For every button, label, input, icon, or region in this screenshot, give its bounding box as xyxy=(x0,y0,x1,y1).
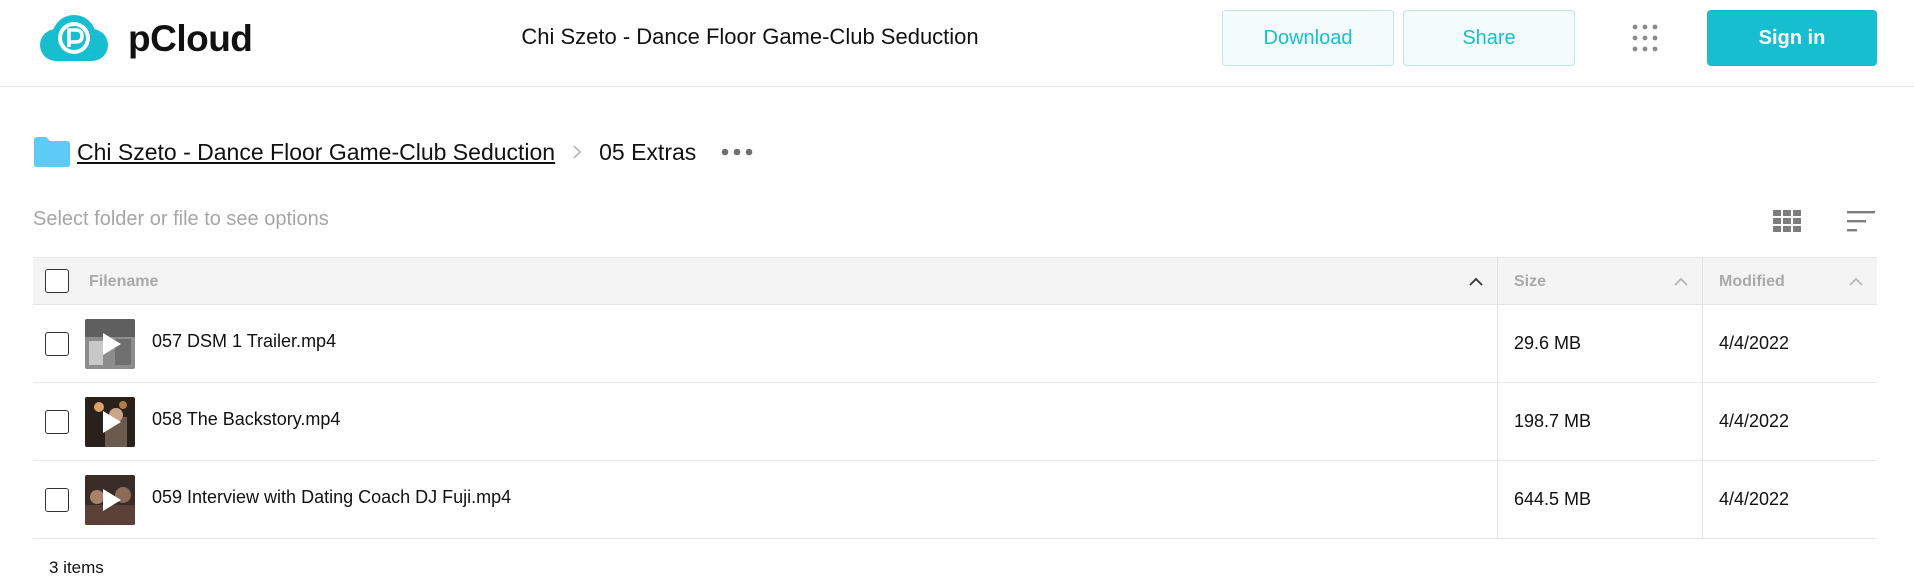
folder-icon xyxy=(34,137,70,167)
column-divider xyxy=(1702,383,1703,460)
file-size: 644.5 MB xyxy=(1514,489,1592,509)
row-checkbox[interactable] xyxy=(45,488,69,512)
breadcrumb-root-link[interactable]: Chi Szeto - Dance Floor Game-Club Seduct… xyxy=(77,139,555,166)
row-checkbox[interactable] xyxy=(45,410,69,434)
select-all-checkbox[interactable] xyxy=(45,269,69,293)
column-divider xyxy=(1702,461,1703,538)
row-checkbox[interactable] xyxy=(45,332,69,356)
pcloud-logo[interactable]: pCloud xyxy=(34,13,253,65)
file-name[interactable]: 058 The Backstory.mp4 xyxy=(152,409,340,430)
column-divider xyxy=(1497,383,1498,460)
item-count: 3 items xyxy=(49,558,104,577)
sort-size-caret-icon[interactable] xyxy=(1673,277,1689,287)
file-modified: 4/4/2022 xyxy=(1719,489,1790,509)
table-row[interactable]: 059 Interview with Dating Coach DJ Fuji.… xyxy=(33,461,1877,539)
grid-view-icon[interactable] xyxy=(1772,209,1802,233)
sign-in-button[interactable]: Sign in xyxy=(1707,10,1877,66)
sort-icon[interactable] xyxy=(1846,209,1876,233)
file-modified: 4/4/2022 xyxy=(1719,411,1790,431)
top-header: pCloud Chi Szeto - Dance Floor Game-Club… xyxy=(0,0,1914,87)
column-divider xyxy=(1497,258,1498,305)
file-modified: 4/4/2022 xyxy=(1719,333,1790,353)
chevron-right-icon xyxy=(573,145,582,159)
column-header-filename[interactable]: Filename xyxy=(89,258,158,305)
more-options-icon[interactable] xyxy=(720,146,754,158)
column-header-modified[interactable]: Modified xyxy=(1719,258,1785,305)
column-header-size[interactable]: Size xyxy=(1514,258,1546,305)
file-name[interactable]: 059 Interview with Dating Coach DJ Fuji.… xyxy=(152,487,511,508)
brand-name: pCloud xyxy=(128,18,253,59)
table-row[interactable]: 057 DSM 1 Trailer.mp4 29.6 MB 4/4/2022 xyxy=(33,305,1877,383)
column-divider xyxy=(1497,461,1498,538)
cloud-logo-icon xyxy=(40,15,108,61)
file-size: 29.6 MB xyxy=(1514,333,1582,353)
selection-hint: Select folder or file to see options xyxy=(33,208,329,230)
table-row[interactable]: 058 The Backstory.mp4 198.7 MB 4/4/2022 xyxy=(33,383,1877,461)
breadcrumb-current: 05 Extras xyxy=(599,138,697,165)
video-thumbnail xyxy=(85,475,135,525)
sort-modified-caret-icon[interactable] xyxy=(1848,277,1864,287)
column-divider xyxy=(1702,305,1703,382)
column-divider xyxy=(1702,258,1703,305)
file-size: 198.7 MB xyxy=(1514,411,1592,431)
breadcrumb: Chi Szeto - Dance Floor Game-Club Seduct… xyxy=(33,135,754,169)
download-button[interactable]: Download xyxy=(1222,10,1394,66)
share-button[interactable]: Share xyxy=(1403,10,1575,66)
file-name[interactable]: 057 DSM 1 Trailer.mp4 xyxy=(152,331,336,352)
file-table: Filename Size Modified 057 DSM 1 Trailer… xyxy=(33,257,1877,539)
page-title: Chi Szeto - Dance Floor Game-Club Seduct… xyxy=(521,24,979,49)
table-header: Filename Size Modified xyxy=(33,257,1877,305)
sort-filename-caret-icon[interactable] xyxy=(1468,277,1484,287)
video-thumbnail xyxy=(85,319,135,369)
column-divider xyxy=(1497,305,1498,382)
video-thumbnail xyxy=(85,397,135,447)
apps-grid-icon[interactable] xyxy=(1630,22,1660,54)
